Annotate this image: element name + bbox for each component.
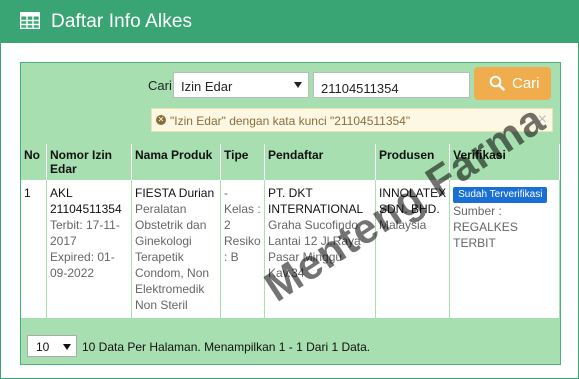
pagination-info: 10 Data Per Halaman. Menampilkan 1 - 1 D… [82, 340, 371, 354]
search-icon [489, 75, 505, 91]
column-header: No [21, 144, 47, 180]
produsen-nama: INNOLATEX SDN. BHD. [379, 186, 447, 216]
column-header: Nama Produk [131, 144, 221, 180]
produsen-negara: Malaysia [379, 218, 427, 232]
pendaftar-alamat: Graha Sucofindo Lantai 12 Jl.Raya Pasar … [268, 218, 361, 280]
tanggal-terbit: Terbit: 17-11-2017 [50, 218, 120, 248]
nomor-izin: AKL 21104511354 [50, 186, 122, 216]
pendaftar-nama: PT. DKT INTERNATIONAL [268, 186, 364, 216]
per-page-select[interactable]: 10 [27, 335, 77, 357]
table-icon [20, 12, 40, 29]
column-header: Tipe [220, 144, 265, 180]
alert-message: "Izin Edar" dengan kata kunci "211045113… [170, 114, 411, 128]
tanggal-expired: Expired: 01-09-2022 [50, 250, 115, 280]
chevron-down-icon [63, 344, 71, 350]
column-header: Nomor Izin Edar [46, 144, 132, 180]
column-header: Produsen [375, 144, 451, 180]
search-input[interactable] [313, 72, 470, 98]
search-button-label: Cari [512, 75, 540, 92]
produk-deskripsi: Peralatan Obstetrik dan Ginekologi Terap… [135, 202, 210, 312]
remove-filter-icon[interactable]: ✕ [156, 115, 166, 125]
page-title: Daftar Info Alkes [51, 11, 193, 32]
column-header: Pendaftar [264, 144, 376, 180]
panel-header: Daftar Info Alkes [1, 1, 578, 43]
close-icon[interactable]: × [538, 111, 547, 129]
pagination-bar: 10 10 Data Per Halaman. Menampilkan 1 - … [21, 331, 560, 364]
table-row: 1 AKL 21104511354 Terbit: 17-11-2017 Exp… [21, 180, 560, 319]
status-badge: Sudah Terverifikasi [453, 187, 548, 203]
produk-nama: FIESTA Durian [135, 186, 215, 200]
search-results-panel: Cari Izin Edar Cari ✕ "Izin Edar" dengan… [20, 62, 561, 365]
chevron-down-icon [294, 82, 302, 88]
table-header-row: No Nomor Izin Edar Nama Produk Tipe Pend… [21, 144, 560, 180]
search-field-select[interactable]: Izin Edar [173, 72, 309, 98]
cell-nomor: AKL 21104511354 Terbit: 17-11-2017 Expir… [46, 180, 132, 319]
search-button[interactable]: Cari [474, 67, 551, 100]
cell-pendaftar: PT. DKT INTERNATIONAL Graha Sucofindo La… [264, 180, 376, 319]
cell-tipe: - Kelas : 2 Resiko : B [220, 180, 265, 319]
alkes-panel-frame: Daftar Info Alkes Cari Izin Edar Cari ✕ … [0, 0, 579, 379]
cell-no: 1 [21, 180, 47, 319]
sumber-text: Sumber : REGALKES TERBIT [453, 204, 518, 250]
search-label: Cari [148, 78, 172, 93]
column-header: Verifikasi [449, 144, 560, 180]
search-field-value: Izin Edar [181, 79, 233, 94]
cell-produsen: INNOLATEX SDN. BHD. Malaysia [375, 180, 451, 319]
cell-produk: FIESTA Durian Peralatan Obstetrik dan Gi… [131, 180, 221, 319]
results-table: No Nomor Izin Edar Nama Produk Tipe Pend… [21, 144, 560, 319]
cell-verifikasi: Sudah Terverifikasi Sumber : REGALKES TE… [449, 180, 560, 319]
per-page-value: 10 [36, 340, 50, 354]
search-filter-alert: ✕ "Izin Edar" dengan kata kunci "2110451… [151, 108, 553, 132]
